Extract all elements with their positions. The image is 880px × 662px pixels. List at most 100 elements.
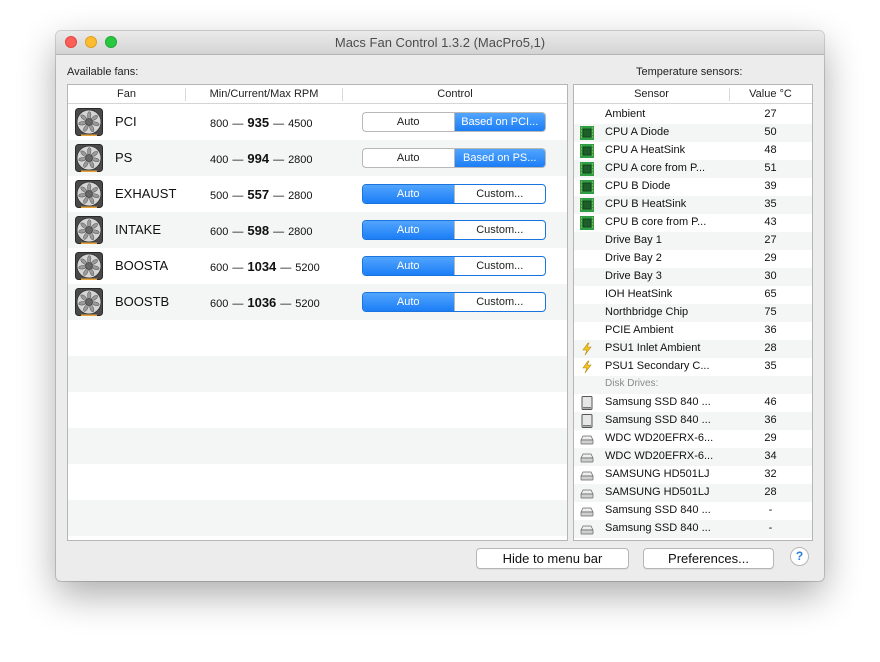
- sensor-row[interactable]: Drive Bay 3 30: [574, 268, 812, 286]
- hard-drive-icon: [580, 450, 594, 464]
- fan-current-rpm: 1036: [247, 295, 277, 310]
- sensor-row[interactable]: Samsung SSD 840 ... -: [574, 520, 812, 538]
- rpm-separator: —: [232, 118, 244, 130]
- fan-name: INTAKE: [115, 222, 161, 237]
- rpm-separator: —: [232, 298, 244, 310]
- fan-row[interactable]: INTAKE 600—598—2800 Auto Custom...: [68, 212, 567, 248]
- sensor-row[interactable]: Drive Bay 2 29: [574, 250, 812, 268]
- fan-min-rpm: 600: [210, 262, 229, 274]
- auto-segment[interactable]: Auto: [363, 221, 454, 239]
- fan-row[interactable]: BOOSTB 600—1036—5200 Auto Custom...: [68, 284, 567, 320]
- sensor-row[interactable]: PSU1 Secondary C... 35: [574, 358, 812, 376]
- cpu-chip-icon: [580, 180, 594, 194]
- empty-row: [68, 428, 567, 464]
- rpm-column-header[interactable]: Min/Current/Max RPM: [186, 88, 342, 100]
- sensor-name: PSU1 Secondary C...: [605, 360, 710, 372]
- sensor-row[interactable]: Samsung SSD 840 ... 36: [574, 412, 812, 430]
- custom-control-segment[interactable]: Based on PCI...: [453, 113, 545, 131]
- empty-row: [68, 356, 567, 392]
- sensor-name: CPU B Diode: [605, 180, 671, 192]
- sensor-row[interactable]: Ambient 27: [574, 106, 812, 124]
- control-column-header[interactable]: Control: [343, 88, 567, 100]
- sensor-row[interactable]: WDC WD20EFRX-6... 29: [574, 430, 812, 448]
- title-bar[interactable]: Macs Fan Control 1.3.2 (MacPro5,1): [56, 31, 824, 55]
- sensor-name: PCIE Ambient: [605, 324, 674, 336]
- sensor-row[interactable]: Northbridge Chip 75: [574, 304, 812, 322]
- hide-to-menu-bar-button[interactable]: Hide to menu bar: [476, 548, 629, 569]
- fan-current-rpm: 1034: [247, 259, 277, 274]
- custom-control-segment[interactable]: Based on PS...: [453, 149, 545, 167]
- fan-row[interactable]: PCI 800—935—4500 Auto Based on PCI...: [68, 104, 567, 140]
- fan-rpm-readout: 500—557—2800: [210, 187, 313, 202]
- sensor-row[interactable]: PCIE Ambient 36: [574, 322, 812, 340]
- auto-segment[interactable]: Auto: [363, 149, 454, 167]
- fan-column-header[interactable]: Fan: [68, 88, 185, 100]
- fan-name: BOOSTB: [115, 294, 170, 309]
- sensor-value: 75: [764, 306, 777, 318]
- custom-control-segment[interactable]: Custom...: [453, 257, 546, 275]
- sensors-table: Sensor Value °C Ambient 27 CPU A Diode 50 CP…: [573, 84, 813, 541]
- sensor-name: PSU1 Inlet Ambient: [605, 342, 701, 354]
- sensor-row[interactable]: SAMSUNG HD501LJ 28: [574, 484, 812, 502]
- sensor-value: -: [768, 504, 773, 516]
- fan-max-rpm: 4500: [288, 118, 313, 130]
- sensor-row[interactable]: CPU B Diode 39: [574, 178, 812, 196]
- sensor-value: 36: [764, 324, 777, 336]
- sensor-row[interactable]: Drive Bay 1 27: [574, 232, 812, 250]
- sensor-row[interactable]: CPU B HeatSink 35: [574, 196, 812, 214]
- available-fans-label: Available fans:: [67, 66, 139, 78]
- auto-segment[interactable]: Auto: [363, 185, 454, 203]
- fan-row[interactable]: BOOSTA 600—1034—5200 Auto Custom...: [68, 248, 567, 284]
- hard-drive-icon: [580, 468, 594, 482]
- fan-min-rpm: 600: [210, 298, 229, 310]
- custom-control-segment[interactable]: Custom...: [453, 221, 546, 239]
- disk-drives-label: Disk Drives:: [605, 378, 659, 389]
- fan-row[interactable]: EXHAUST 500—557—2800 Auto Custom...: [68, 176, 567, 212]
- rpm-separator: —: [273, 190, 285, 202]
- fan-current-rpm: 994: [247, 151, 270, 166]
- fan-name: PCI: [115, 114, 137, 129]
- fan-icon: [75, 216, 103, 244]
- help-button[interactable]: ?: [790, 547, 809, 566]
- fan-max-rpm: 2800: [288, 190, 313, 202]
- sensor-row[interactable]: Samsung SSD 840 ... -: [574, 502, 812, 520]
- value-column-header[interactable]: Value °C: [730, 88, 811, 100]
- sensor-name: Ambient: [605, 108, 646, 120]
- sensor-name: SAMSUNG HD501LJ: [605, 468, 710, 480]
- auto-segment[interactable]: Auto: [363, 257, 454, 275]
- sensor-row[interactable]: Samsung SSD 840 ... 46: [574, 394, 812, 412]
- sensor-name: IOH HeatSink: [605, 288, 673, 300]
- sensor-row[interactable]: CPU A core from P... 51: [574, 160, 812, 178]
- rpm-separator: —: [232, 190, 244, 202]
- fan-max-rpm: 2800: [288, 226, 313, 238]
- sensor-row[interactable]: SAMSUNG HD501LJ 32: [574, 466, 812, 484]
- fan-max-rpm: 2800: [288, 154, 313, 166]
- window-title: Macs Fan Control 1.3.2 (MacPro5,1): [334, 35, 546, 50]
- temperature-sensors-label: Temperature sensors:: [636, 66, 743, 78]
- sensor-row[interactable]: IOH HeatSink 65: [574, 286, 812, 304]
- sensor-row[interactable]: CPU A Diode 50: [574, 124, 812, 142]
- fans-table: Fan Min/Current/Max RPM Control PCI 800—9…: [67, 84, 568, 541]
- sensor-row[interactable]: PSU1 Inlet Ambient 28: [574, 340, 812, 358]
- sensor-row[interactable]: CPU B core from P... 43: [574, 214, 812, 232]
- sensor-value: 28: [764, 486, 777, 498]
- cpu-chip-icon: [580, 198, 594, 212]
- auto-segment[interactable]: Auto: [363, 113, 454, 131]
- preferences-button[interactable]: Preferences...: [643, 548, 774, 569]
- custom-control-segment[interactable]: Custom...: [453, 185, 546, 203]
- sensor-value: 28: [764, 342, 777, 354]
- sensor-row[interactable]: WDC WD20EFRX-6... 34: [574, 448, 812, 466]
- custom-control-segment[interactable]: Custom...: [453, 293, 546, 311]
- sensor-name: Drive Bay 1: [605, 234, 662, 246]
- fan-min-rpm: 600: [210, 226, 229, 238]
- fan-row[interactable]: PS 400—994—2800 Auto Based on PS...: [68, 140, 567, 176]
- sensor-name: Drive Bay 3: [605, 270, 662, 282]
- cpu-chip-icon: [580, 162, 594, 176]
- sensor-name: CPU A core from P...: [605, 162, 706, 174]
- sensor-name: Samsung SSD 840 ...: [605, 414, 711, 426]
- sensor-row[interactable]: CPU A HeatSink 48: [574, 142, 812, 160]
- auto-segment[interactable]: Auto: [363, 293, 454, 311]
- rpm-separator: —: [232, 262, 244, 274]
- sensor-column-header[interactable]: Sensor: [574, 88, 729, 100]
- hard-drive-icon: [580, 522, 594, 536]
